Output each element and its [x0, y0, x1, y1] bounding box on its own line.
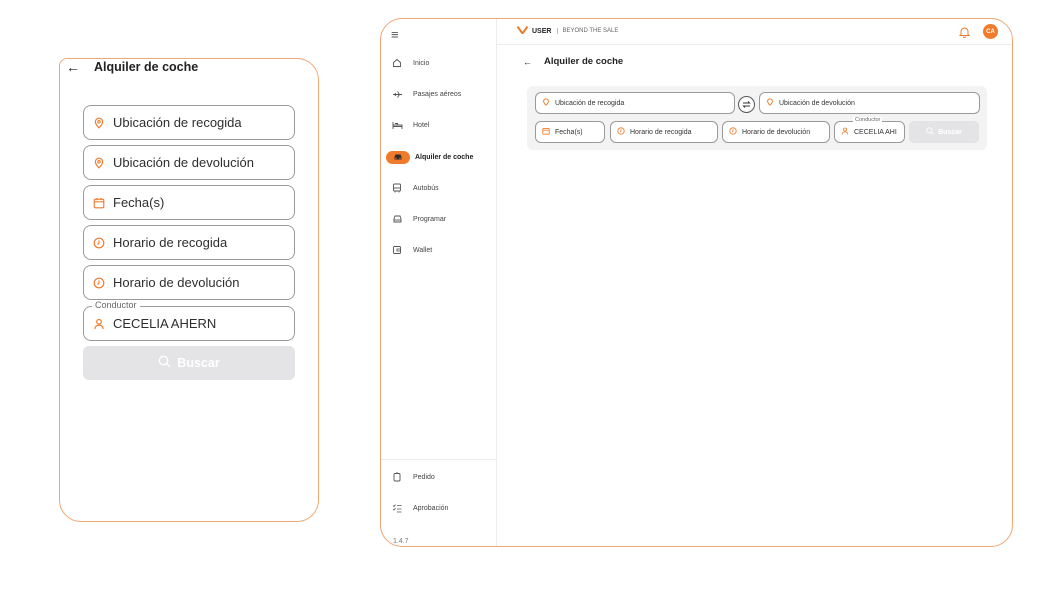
checklist-icon — [390, 501, 404, 515]
logo-mark-icon — [516, 25, 529, 36]
desktop-screen: ≡ Inicio Pasajes aéreos Hotel Alquiler d… — [380, 18, 1013, 547]
swap-locations-button[interactable] — [738, 96, 755, 113]
sidebar-item-programar[interactable]: Programar — [384, 210, 492, 228]
sidebar-item-label: Pasajes aéreos — [413, 90, 462, 98]
location-pin-icon — [766, 98, 774, 108]
plane-icon — [390, 87, 404, 101]
calendar-car-icon — [390, 212, 404, 226]
calendar-icon — [93, 197, 105, 209]
sidebar-item-wallet[interactable]: Wallet — [384, 241, 492, 259]
search-icon — [926, 127, 934, 137]
pickup-time-field[interactable]: Horario de recogida — [610, 121, 718, 143]
page-header: ← Alquiler de coche — [66, 59, 198, 75]
driver-field[interactable]: Conductor CECELIA AHI — [834, 117, 905, 143]
driver-value: CECELIA AHERN — [113, 316, 217, 331]
dropoff-time-label: Horario de devolución — [113, 275, 240, 290]
sidebar-divider — [381, 459, 497, 460]
brand-tagline: BEYOND THE SALE — [557, 28, 618, 34]
sidebar: ≡ Inicio Pasajes aéreos Hotel Alquiler d… — [381, 19, 497, 546]
page-header: ← Alquiler de coche — [523, 56, 623, 67]
sidebar-item-hotel[interactable]: Hotel — [384, 116, 492, 134]
pickup-location-field[interactable]: Ubicación de recogida — [535, 92, 735, 114]
sidebar-item-label: Inicio — [413, 59, 430, 67]
clock-icon — [729, 127, 737, 137]
dropoff-location-field[interactable]: Ubicación de devolución — [759, 92, 980, 114]
bus-icon — [390, 181, 404, 195]
sidebar-item-aprobacion[interactable]: Aprobación — [384, 499, 492, 517]
pickup-location-label: Ubicación de recogida — [555, 99, 625, 107]
search-icon — [158, 355, 171, 371]
top-bar: USER BEYOND THE SALE CA — [497, 19, 1012, 45]
mobile-screen: ← Alquiler de coche Ubicación de recogid… — [59, 58, 319, 522]
pickup-time-label: Horario de recogida — [630, 128, 692, 136]
location-pin-icon — [93, 117, 105, 129]
driver-field[interactable]: Conductor CECELIA AHERN — [83, 300, 295, 341]
arrow-left-icon[interactable]: ← — [66, 60, 80, 74]
dropoff-time-label: Horario de devolución — [742, 128, 811, 136]
calendar-icon — [542, 127, 550, 137]
sidebar-item-label: Alquiler de coche — [415, 153, 474, 161]
arrow-left-icon[interactable]: ← — [523, 57, 532, 67]
sidebar-item-pasajes[interactable]: Pasajes aéreos — [384, 85, 492, 103]
sidebar-item-autobus[interactable]: Autobús — [384, 179, 492, 197]
sidebar-item-label: Programar — [413, 215, 447, 223]
bed-icon — [390, 118, 404, 132]
sidebar-item-label: Hotel — [413, 121, 430, 129]
sidebar-item-pedido[interactable]: Pedido — [384, 468, 492, 486]
page-title: Alquiler de coche — [94, 60, 199, 74]
dropoff-time-field[interactable]: Horario de devolución — [83, 265, 295, 300]
sidebar-item-label: Aprobación — [413, 504, 449, 512]
home-icon — [390, 56, 404, 70]
search-button[interactable]: Buscar — [83, 346, 295, 380]
location-pin-icon — [93, 157, 105, 169]
hamburger-menu-icon[interactable]: ≡ — [391, 27, 399, 42]
bell-icon[interactable] — [958, 25, 971, 43]
person-icon — [93, 318, 105, 330]
order-icon — [390, 470, 404, 484]
pickup-location-field[interactable]: Ubicación de recogida — [83, 105, 295, 140]
app-version: 1.4.7 — [393, 538, 409, 545]
dates-field[interactable]: Fecha(s) — [83, 185, 295, 220]
driver-legend: Conductor — [92, 300, 140, 310]
driver-legend: Conductor — [853, 117, 883, 123]
car-icon — [386, 150, 410, 164]
dates-label: Fecha(s) — [555, 128, 583, 136]
clock-icon — [617, 127, 625, 137]
pickup-time-label: Horario de recogida — [113, 235, 228, 250]
driver-value: CECELIA AHI — [854, 128, 897, 136]
sidebar-item-inicio[interactable]: Inicio — [384, 54, 492, 72]
brand-logo: USER BEYOND THE SALE — [516, 25, 618, 36]
dates-field[interactable]: Fecha(s) — [535, 121, 605, 143]
clock-icon — [93, 277, 105, 289]
dates-label: Fecha(s) — [113, 195, 165, 210]
dropoff-location-field[interactable]: Ubicación de devolución — [83, 145, 295, 180]
pickup-time-field[interactable]: Horario de recogida — [83, 225, 295, 260]
avatar[interactable]: CA — [983, 24, 998, 39]
sidebar-item-label: Autobús — [413, 184, 439, 192]
sidebar-item-label: Wallet — [413, 246, 433, 254]
swap-arrows-icon — [742, 96, 751, 114]
dropoff-location-label: Ubicación de devolución — [779, 99, 855, 107]
sidebar-item-alquiler[interactable]: Alquiler de coche — [384, 148, 492, 166]
dropoff-location-label: Ubicación de devolución — [113, 155, 254, 170]
search-button-label: Buscar — [177, 356, 220, 370]
search-button[interactable]: Buscar — [909, 121, 979, 143]
sidebar-item-label: Pedido — [413, 473, 435, 481]
dropoff-time-field[interactable]: Horario de devolución — [722, 121, 830, 143]
person-icon — [841, 127, 849, 137]
search-button-label: Buscar — [938, 128, 962, 136]
wallet-icon — [390, 243, 404, 257]
page-title: Alquiler de coche — [544, 56, 624, 67]
location-pin-icon — [542, 98, 550, 108]
brand-name: USER — [532, 27, 552, 35]
clock-icon — [93, 237, 105, 249]
pickup-location-label: Ubicación de recogida — [113, 115, 242, 130]
